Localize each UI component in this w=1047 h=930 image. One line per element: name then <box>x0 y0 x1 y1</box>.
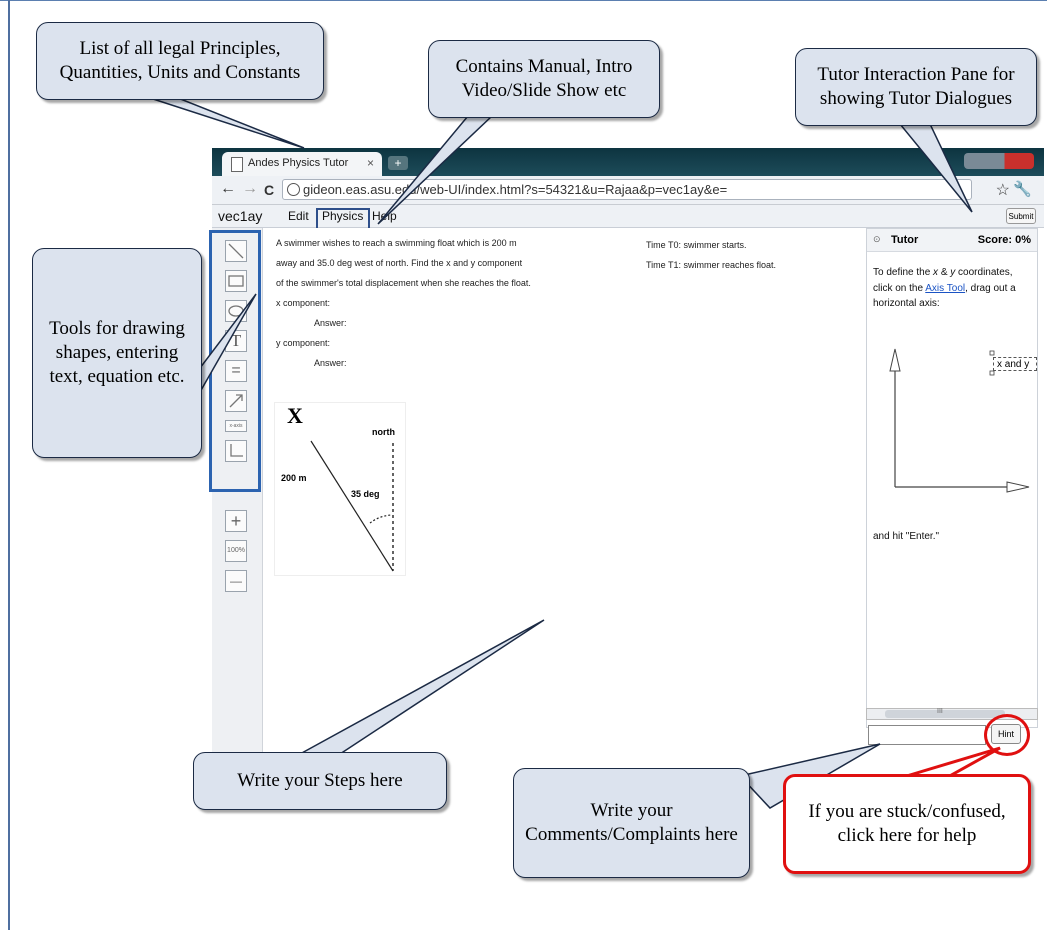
tutor-title: Tutor <box>891 234 919 246</box>
new-tab-button[interactable]: + <box>388 156 408 170</box>
zoom-out-icon[interactable]: — <box>225 570 247 592</box>
address-url: gideon.eas.asu.edu/web-UI/index.html?s=5… <box>303 182 728 197</box>
axis-label-box[interactable]: x and y <box>993 357 1037 371</box>
axes-label-tool[interactable]: x-axis <box>225 420 247 432</box>
address-bar[interactable]: gideon.eas.asu.edu/web-UI/index.html?s=5… <box>282 179 972 200</box>
menu-edit[interactable]: Edit <box>288 209 309 223</box>
callout-steps: Write your Steps here <box>193 752 447 810</box>
line-tool-icon[interactable] <box>225 240 247 262</box>
text-tool-icon[interactable]: T <box>225 330 247 352</box>
zoom-level[interactable]: 100% <box>225 540 247 562</box>
tutor-radio-icon[interactable]: ⊙ <box>873 234 881 245</box>
axes-tool-icon[interactable] <box>225 440 247 462</box>
problem-text-line: away and 35.0 deg west of north. Find th… <box>276 258 523 268</box>
page-info-icon <box>287 183 300 196</box>
tab-title: Andes Physics Tutor <box>248 157 349 169</box>
tutor-enter-message: and hit "Enter." <box>873 531 940 542</box>
wrench-menu-icon[interactable]: 🔧 <box>1013 180 1032 198</box>
rectangle-tool-icon[interactable] <box>225 270 247 292</box>
browser-titlebar: Andes Physics Tutor × + <box>212 148 1044 176</box>
tutor-pane: ⊙ Tutor Score: 0% To define the x & y co… <box>866 228 1038 728</box>
submit-button[interactable]: Submit <box>1006 208 1036 224</box>
comment-input[interactable] <box>868 725 986 745</box>
callout-tutor-pane: Tutor Interaction Pane for showing Tutor… <box>795 48 1037 126</box>
browser-window: Andes Physics Tutor × + ← → C gideon.eas… <box>209 148 1044 758</box>
browser-toolbar: ← → C gideon.eas.asu.edu/web-UI/index.ht… <box>212 176 1044 205</box>
back-icon[interactable]: ← <box>220 180 236 198</box>
y-component-label: y component: <box>276 338 331 348</box>
tutor-score: Score: 0% <box>977 234 1031 246</box>
equation-tool-icon[interactable]: = <box>225 360 247 382</box>
window-controls[interactable] <box>964 153 1034 169</box>
drawing-toolbox: T = x-axis + 100% — <box>209 228 263 758</box>
callout-tools: Tools for drawing shapes, entering text,… <box>32 248 202 458</box>
callout-hint: If you are stuck/confused, click here fo… <box>783 774 1031 874</box>
problem-name: vec1ay <box>218 208 263 224</box>
callout-principles: List of all legal Principles, Quantities… <box>36 22 324 100</box>
reload-icon[interactable]: C <box>264 182 274 198</box>
y-answer-label[interactable]: Answer: <box>314 358 347 368</box>
time-t0: Time T0: swimmer starts. <box>646 240 747 250</box>
scrollbar-grip-icon: III <box>937 708 943 715</box>
tutor-message: To define the x & y coordinates, click o… <box>873 265 1033 312</box>
hint-button-highlight <box>984 714 1030 756</box>
x-answer-label[interactable]: Answer: <box>314 318 347 328</box>
ellipse-tool-icon[interactable] <box>225 300 247 322</box>
drawing-canvas[interactable]: A swimmer wishes to reach a swimming flo… <box>266 228 866 758</box>
problem-text-line: A swimmer wishes to reach a swimming flo… <box>276 238 517 248</box>
browser-tab[interactable]: Andes Physics Tutor × <box>222 152 382 176</box>
physics-menu-highlight <box>316 208 370 230</box>
tutor-message-text: To define the <box>873 267 934 278</box>
callout-manual: Contains Manual, Intro Video/Slide Show … <box>428 40 660 118</box>
x-component-label: x component: <box>276 298 331 308</box>
slide-left-rule <box>8 0 10 930</box>
vector-tool-icon[interactable] <box>225 390 247 412</box>
page-icon <box>231 157 243 172</box>
problem-figure: X north 200 m 35 deg <box>274 402 406 576</box>
figure-drawing <box>310 440 394 572</box>
menu-help[interactable]: Help <box>372 209 397 223</box>
problem-text-line: of the swimmer's total displacement when… <box>276 278 531 288</box>
bookmark-star-icon[interactable]: ☆ <box>996 180 1010 200</box>
time-t1: Time T1: swimmer reaches float. <box>646 260 777 270</box>
tutor-header: ⊙ Tutor Score: 0% <box>867 229 1037 252</box>
workspace: T = x-axis + 100% — A swimmer wishes to … <box>209 228 1044 758</box>
callout-comments: Write your Comments/Complaints here <box>513 768 750 878</box>
forward-icon[interactable]: → <box>242 180 258 198</box>
axis-tool-link[interactable]: Axis Tool <box>925 283 965 294</box>
tab-close-icon[interactable]: × <box>367 156 374 170</box>
scrollbar-thumb[interactable]: III <box>885 708 1005 718</box>
zoom-in-icon[interactable]: + <box>225 510 247 532</box>
tutor-message-text: & <box>938 267 951 278</box>
